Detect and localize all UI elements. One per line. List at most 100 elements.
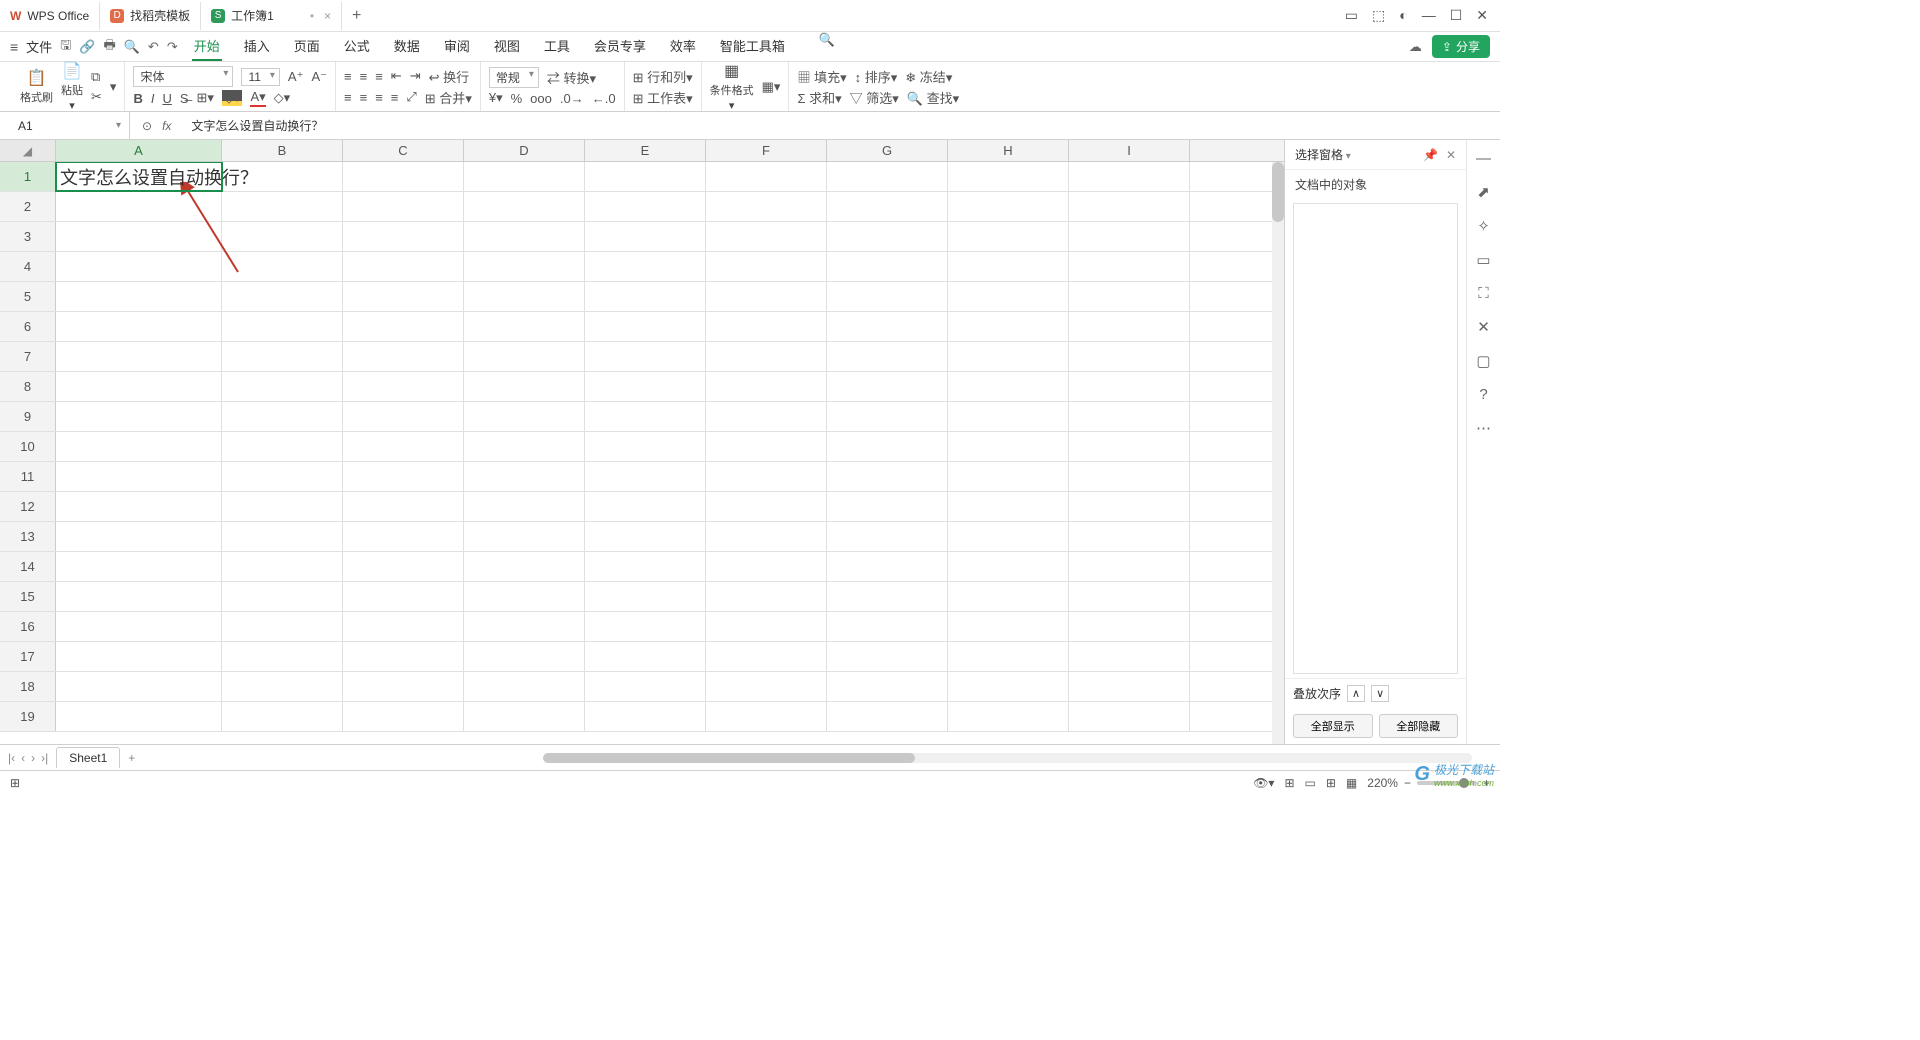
cell[interactable] [56,612,222,641]
row-header[interactable]: 6 [0,312,56,341]
col-header-E[interactable]: E [585,140,706,161]
visibility-icon[interactable]: 👁▾ [1253,776,1274,790]
cell[interactable] [827,162,948,191]
pin-icon[interactable]: 📌 [1423,148,1438,162]
cell[interactable] [585,642,706,671]
row-header[interactable]: 17 [0,642,56,671]
percent-icon[interactable]: % [511,91,523,106]
underline-icon[interactable]: U [162,91,171,106]
cell[interactable] [1069,612,1190,641]
cell[interactable] [706,552,827,581]
cell[interactable] [585,312,706,341]
cell[interactable] [706,162,827,191]
status-mode-icon[interactable]: ⊞ [10,776,20,790]
cell[interactable] [948,582,1069,611]
cell[interactable] [343,162,464,191]
cell[interactable] [1069,372,1190,401]
cell[interactable] [464,252,585,281]
cell[interactable] [464,372,585,401]
cell[interactable] [1069,702,1190,731]
row-header[interactable]: 4 [0,252,56,281]
cell[interactable] [222,582,343,611]
formula-input[interactable]: 文字怎么设置自动换行？ [183,117,1500,134]
cell[interactable] [222,282,343,311]
view-page-icon[interactable]: ⊞ [1326,776,1336,790]
cell[interactable] [585,192,706,221]
align-left-icon[interactable]: ≡ [344,90,352,105]
row-header[interactable]: 15 [0,582,56,611]
cell[interactable] [464,492,585,521]
cell[interactable] [343,522,464,551]
cell[interactable] [464,162,585,191]
cell[interactable] [343,612,464,641]
cell[interactable] [706,522,827,551]
cell[interactable] [1069,162,1190,191]
cell[interactable] [343,582,464,611]
menu-insert[interactable]: 插入 [242,32,272,61]
show-all-button[interactable]: 全部显示 [1293,714,1373,738]
worksheet-button[interactable]: ⊞ 工作表▾ [633,88,693,107]
cell[interactable] [343,342,464,371]
sheet-last-icon[interactable]: ›| [41,751,48,765]
row-header[interactable]: 11 [0,462,56,491]
cell[interactable] [948,672,1069,701]
menu-member[interactable]: 会员专享 [592,32,648,61]
sheet-tab[interactable]: Sheet1 [56,747,120,768]
cell[interactable] [464,282,585,311]
cell[interactable] [585,612,706,641]
cell[interactable] [464,432,585,461]
italic-icon[interactable]: I [151,91,155,106]
col-header-D[interactable]: D [464,140,585,161]
cell[interactable] [56,702,222,731]
hamburger-icon[interactable]: ≡ [10,39,18,55]
cell[interactable] [343,672,464,701]
font-name-select[interactable]: 宋体 [133,66,233,87]
col-header-H[interactable]: H [948,140,1069,161]
cell[interactable] [1069,582,1190,611]
menu-tools[interactable]: 工具 [542,32,572,61]
align-top-icon[interactable]: ≡ [344,69,352,84]
cell[interactable] [948,252,1069,281]
cell[interactable] [585,222,706,251]
menu-data[interactable]: 数据 [392,32,422,61]
row-header[interactable]: 7 [0,342,56,371]
cell[interactable] [222,672,343,701]
cell[interactable] [1069,252,1190,281]
cell[interactable] [343,402,464,431]
cell[interactable] [464,402,585,431]
indent-dec-icon[interactable]: ⇤ [391,68,402,84]
sheet-prev-icon[interactable]: ‹ [21,751,25,765]
cell[interactable] [706,312,827,341]
cell[interactable] [222,342,343,371]
cell[interactable] [827,672,948,701]
cell[interactable] [222,462,343,491]
cell[interactable] [585,282,706,311]
cell[interactable] [56,192,222,221]
cell[interactable] [827,552,948,581]
preview-icon[interactable]: 🔍 [124,39,140,55]
cell[interactable] [948,642,1069,671]
zoom-out-icon[interactable]: − [1404,776,1411,790]
cell[interactable] [222,522,343,551]
align-mid-icon[interactable]: ≡ [360,69,368,84]
bold-icon[interactable]: B [133,91,142,106]
cell[interactable] [222,552,343,581]
cell[interactable] [827,462,948,491]
sheet-next-icon[interactable]: › [31,751,35,765]
undo-icon[interactable]: ↶ [148,39,159,55]
cell[interactable] [706,282,827,311]
cell[interactable] [1069,492,1190,521]
cell[interactable] [827,312,948,341]
cell[interactable] [827,522,948,551]
menu-review[interactable]: 审阅 [442,32,472,61]
cell[interactable] [585,522,706,551]
row-header[interactable]: 14 [0,552,56,581]
cell[interactable] [464,522,585,551]
name-box[interactable]: A1 [10,112,130,139]
cell[interactable] [827,282,948,311]
cell[interactable] [222,192,343,221]
orientation-icon[interactable]: ⤢ [406,89,416,105]
menu-page[interactable]: 页面 [292,32,322,61]
cell[interactable] [464,222,585,251]
freeze-button[interactable]: ❄ 冻结▾ [905,67,952,86]
